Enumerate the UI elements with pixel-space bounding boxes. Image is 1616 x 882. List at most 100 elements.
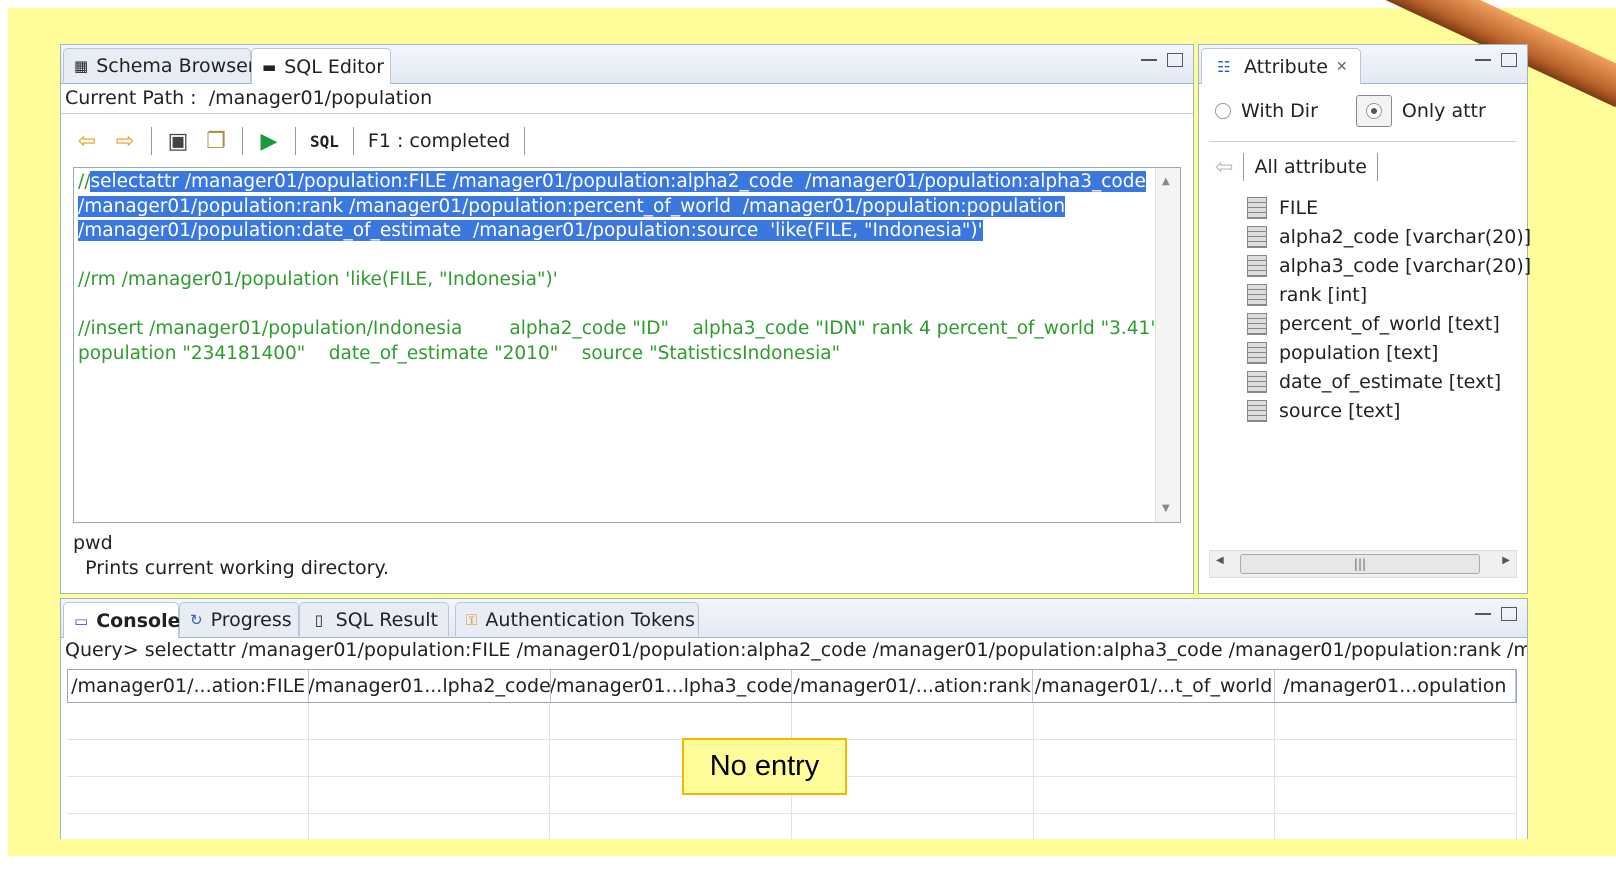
code-text-segment: //insert /manager01/population/Indonesia… bbox=[78, 318, 1159, 339]
maximize-icon[interactable] bbox=[1501, 53, 1517, 67]
table-row[interactable] bbox=[67, 814, 1518, 839]
column-header[interactable]: /manager01/...ation:rank bbox=[792, 670, 1034, 702]
path-value: /manager01/population bbox=[208, 87, 433, 109]
console-icon: ▭ bbox=[74, 611, 89, 630]
column-header[interactable]: /manager01...opulation bbox=[1275, 670, 1516, 702]
table-row[interactable] bbox=[67, 703, 1518, 740]
run-icon[interactable]: ▶ bbox=[257, 129, 281, 154]
radio-only-attr-label: Only attr bbox=[1401, 100, 1486, 122]
tab-sql-result[interactable]: ▯ SQL Result bbox=[299, 602, 449, 636]
editor-toolbar: ⇦ ⇨ ▣ ❐ ▶ SQL F1 : completed bbox=[75, 121, 526, 161]
key-icon: ⚿ bbox=[466, 610, 478, 629]
scroll-thumb[interactable]: ||| bbox=[1240, 554, 1480, 574]
column-icon bbox=[1247, 312, 1267, 335]
tab-schema-browser[interactable]: ▦ Schema Browser bbox=[63, 48, 256, 82]
attribute-item[interactable]: rank [int] bbox=[1247, 280, 1531, 309]
selected-code-text: /manager01/population:rank /manager01/po… bbox=[78, 195, 1066, 217]
forward-arrow-icon[interactable]: ⇨ bbox=[113, 129, 137, 154]
tab-sql-editor[interactable]: ▬ SQL Editor bbox=[251, 48, 391, 84]
toolbar-separator bbox=[352, 127, 354, 155]
attribute-item[interactable]: alpha2_code [varchar(20)] bbox=[1247, 222, 1531, 251]
minimize-icon[interactable] bbox=[1141, 59, 1157, 61]
back-icon[interactable]: ⇦ bbox=[1215, 155, 1233, 180]
help-text: Prints current working directory. bbox=[85, 557, 390, 579]
back-arrow-icon[interactable]: ⇦ bbox=[75, 129, 99, 154]
maximize-icon[interactable] bbox=[1501, 607, 1517, 621]
toolbar-separator bbox=[242, 127, 243, 155]
tab-progress[interactable]: ↻ Progress bbox=[179, 602, 299, 636]
attribute-item[interactable]: FILE bbox=[1247, 193, 1531, 222]
attribute-horizontal-scrollbar[interactable]: ◀ ||| ▶ bbox=[1209, 550, 1517, 578]
attribute-label: alpha2_code [varchar(20)] bbox=[1279, 225, 1532, 248]
column-header[interactable]: /manager01/...ation:FILE bbox=[68, 670, 310, 702]
attribute-label: rank [int] bbox=[1279, 283, 1368, 306]
minimize-icon[interactable] bbox=[1475, 59, 1491, 61]
editor-vertical-scrollbar[interactable]: ▲ ▼ bbox=[1155, 168, 1180, 522]
attribute-item[interactable]: percent_of_world [text] bbox=[1247, 309, 1531, 338]
sql-button[interactable]: SQL bbox=[310, 132, 339, 151]
path-label: Current Path : bbox=[65, 87, 197, 109]
attribute-toolbar: ⇦ All attribute bbox=[1215, 153, 1378, 181]
sql-editor-icon: ▬ bbox=[262, 57, 277, 76]
scroll-left-icon[interactable]: ◀ bbox=[1216, 555, 1224, 566]
query-text: Query> selectattr /manager01/population:… bbox=[65, 639, 1528, 661]
close-icon[interactable]: ✕ bbox=[1336, 59, 1348, 75]
column-header[interactable]: /manager01...lpha3_code bbox=[551, 670, 792, 702]
column-icon bbox=[1247, 225, 1267, 248]
code-line: //rm /manager01/population 'like(FILE, "… bbox=[78, 268, 1154, 293]
command-help: pwd Prints current working directory. bbox=[73, 531, 389, 581]
tab-authentication-tokens[interactable]: ⚿ Authentication Tokens bbox=[455, 602, 699, 636]
attribute-item[interactable]: alpha3_code [varchar(20)] bbox=[1247, 251, 1531, 280]
result-tabbar: ▭ Console ↻ Progress ▯ SQL Result ⚿ Auth… bbox=[61, 599, 1527, 638]
code-text-segment: // bbox=[78, 171, 91, 192]
radio-only-attr[interactable] bbox=[1365, 103, 1382, 119]
attribute-label: percent_of_world [text] bbox=[1279, 312, 1500, 335]
radio-with-dir[interactable] bbox=[1215, 103, 1231, 119]
column-header[interactable]: /manager01/...t_of_world bbox=[1033, 670, 1275, 702]
editor-window-controls bbox=[1141, 53, 1183, 67]
tab-label: Schema Browser bbox=[96, 54, 256, 77]
sql-editor-area[interactable]: //selectattr /manager01/population:FILE … bbox=[73, 167, 1181, 523]
scroll-up-icon[interactable]: ▲ bbox=[1162, 176, 1170, 187]
scroll-down-icon[interactable]: ▼ bbox=[1162, 503, 1170, 514]
result-panel: ▭ Console ↻ Progress ▯ SQL Result ⚿ Auth… bbox=[60, 598, 1528, 839]
toolbar-separator bbox=[1243, 153, 1245, 181]
copy-icon[interactable]: ❐ bbox=[204, 129, 228, 154]
editor-panel: ▦ Schema Browser ▬ SQL Editor Current Pa… bbox=[60, 44, 1194, 594]
toolbar-separator bbox=[151, 127, 152, 155]
tab-label: SQL Editor bbox=[284, 55, 385, 78]
selected-code-text: /manager01/population:date_of_estimate /… bbox=[78, 220, 983, 241]
attribute-item[interactable]: source [text] bbox=[1247, 396, 1531, 425]
tab-label: Attribute bbox=[1244, 55, 1328, 78]
column-icon bbox=[1247, 196, 1267, 219]
code-line: //selectattr /manager01/population:FILE … bbox=[78, 170, 1154, 195]
schema-browser-icon: ▦ bbox=[74, 56, 89, 75]
maximize-icon[interactable] bbox=[1167, 53, 1183, 67]
toolbar-separator bbox=[1376, 153, 1378, 181]
attribute-item[interactable]: population [text] bbox=[1247, 338, 1531, 367]
scroll-right-icon[interactable]: ▶ bbox=[1502, 555, 1510, 566]
toolbar-separator bbox=[295, 127, 296, 155]
radio-group: With Dir Only attr bbox=[1215, 95, 1486, 127]
column-header[interactable]: /manager01...lpha2_code bbox=[309, 670, 551, 702]
code-text-segment: //rm /manager01/population 'like(FILE, "… bbox=[78, 269, 558, 290]
attribute-item[interactable]: date_of_estimate [text] bbox=[1247, 367, 1531, 396]
tab-console[interactable]: ▭ Console bbox=[63, 602, 180, 638]
selected-code-text: selectattr /manager01/population:FILE /m… bbox=[90, 171, 1146, 192]
code-text: //selectattr /manager01/population:FILE … bbox=[78, 170, 1159, 366]
code-line: /manager01/population:rank /manager01/po… bbox=[78, 195, 1154, 220]
result-window-controls bbox=[1475, 607, 1517, 621]
column-icon bbox=[1247, 283, 1267, 306]
editor-tabbar: ▦ Schema Browser ▬ SQL Editor bbox=[61, 45, 1193, 84]
tab-attribute[interactable]: ☷ Attribute ✕ bbox=[1201, 48, 1361, 84]
table-header: /manager01/...ation:FILE/manager01...lph… bbox=[67, 669, 1517, 703]
minimize-icon[interactable] bbox=[1475, 613, 1491, 615]
column-icon bbox=[1247, 399, 1267, 422]
save-icon[interactable]: ▣ bbox=[166, 129, 190, 154]
toolbar-separator bbox=[524, 127, 526, 155]
attribute-panel: ☷ Attribute ✕ With Dir Only attr ⇦ All a… bbox=[1198, 44, 1531, 594]
radio-only-attr-button[interactable] bbox=[1355, 95, 1392, 127]
all-attribute-label[interactable]: All attribute bbox=[1254, 156, 1366, 178]
divider bbox=[1209, 141, 1517, 142]
